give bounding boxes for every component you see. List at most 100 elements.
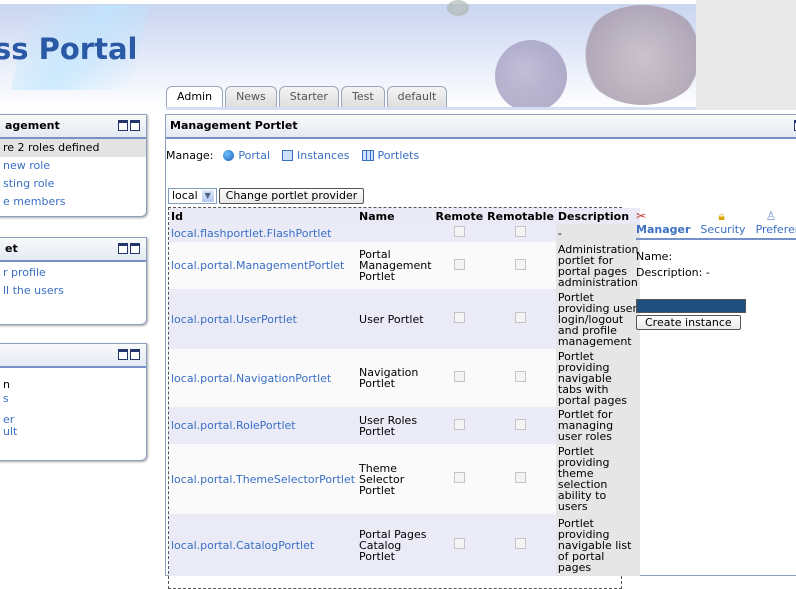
window-mode-icon[interactable] (118, 349, 140, 360)
portlet-title: Management Portlet (170, 119, 298, 132)
column-header-remote: Remote (433, 208, 486, 224)
tab-news[interactable]: News (225, 86, 277, 107)
portlet-title: agement (5, 119, 60, 132)
portlet-id-link[interactable]: local.portal.NavigationPortlet (169, 349, 358, 407)
sidebar-item-link[interactable]: er (0, 414, 146, 426)
instance-panel: ✂ Manager 🔒︎ Security ♙ Preferenc Name: … (636, 209, 796, 330)
remotable-checkbox[interactable] (515, 418, 527, 430)
sidebar-portlet-user: et r profile ll the users (0, 237, 147, 325)
instance-name-label: Name: (636, 250, 673, 263)
table-row[interactable]: local.portal.CatalogPortlet Portal Pages… (169, 514, 641, 576)
remotable-checkbox[interactable] (515, 312, 527, 323)
instance-name-input[interactable] (636, 299, 746, 313)
management-portlet: Management Portlet Manage: Portal Instan… (165, 114, 796, 589)
remote-checkbox[interactable] (453, 418, 465, 430)
tab-default[interactable]: default (386, 86, 448, 107)
manage-portlets-link[interactable]: Portlets (361, 149, 419, 162)
table-row[interactable]: local.portal.UserPortlet User Portlet Po… (169, 289, 641, 349)
sidebar-item-all-users[interactable]: ll the users (0, 282, 146, 300)
sidebar-item-link[interactable]: ult (0, 426, 146, 438)
portlet-header: Management Portlet (166, 115, 796, 139)
table-row[interactable]: local.flashportlet.FlashPortlet - (169, 224, 641, 242)
manage-bar: Manage: Portal Instances Portlets (166, 149, 419, 162)
tab-admin[interactable]: Admin (166, 86, 224, 109)
portlet-id-link[interactable]: local.portal.CatalogPortlet (169, 514, 358, 576)
banner-filler (696, 0, 796, 110)
remote-checkbox[interactable] (453, 371, 465, 382)
tab-security[interactable]: 🔒︎ Security (700, 209, 745, 236)
provider-bar: local ▼ Change portlet provider (168, 188, 365, 204)
column-header-description: Description (555, 208, 641, 224)
manage-label: Manage: (166, 149, 214, 162)
portlet-description: Portlet providing user login/logout and … (555, 289, 641, 349)
portlets-table: Id Name Remote Remotable Description loc… (169, 208, 641, 576)
table-row[interactable]: local.portal.ManagementPortlet Portal Ma… (169, 242, 641, 289)
portlet-description: - (555, 224, 641, 242)
remotable-checkbox[interactable] (515, 472, 527, 483)
portlet-description: Portlet providing theme selection abilit… (555, 444, 641, 514)
remotable-checkbox[interactable] (515, 226, 527, 237)
portlet-name: Navigation Portlet (357, 349, 434, 407)
portlet-description: Administration portlet for portal pages … (555, 242, 641, 289)
portlet-id-link[interactable]: local.portal.ManagementPortlet (169, 242, 358, 289)
change-provider-button[interactable]: Change portlet provider (218, 188, 365, 204)
sidebar-item-profile[interactable]: r profile (0, 264, 146, 282)
chevron-down-icon: ▼ (201, 190, 214, 202)
provider-select[interactable]: local ▼ (168, 188, 217, 204)
portlet-description: Portlet for managing user roles (555, 407, 641, 444)
table-row[interactable]: local.portal.RolePortlet User Roles Port… (169, 407, 641, 444)
portlet-id-link[interactable]: local.portal.RolePortlet (169, 407, 358, 444)
tab-starter[interactable]: Starter (278, 86, 339, 107)
instance-panel-tabs: ✂ Manager 🔒︎ Security ♙ Preferenc (636, 209, 796, 236)
column-header-name: Name (357, 208, 434, 224)
remote-checkbox[interactable] (453, 472, 465, 483)
sidebar-item-link[interactable]: s (0, 392, 146, 414)
portlets-icon (361, 150, 374, 161)
sidebar-item-roles-defined[interactable]: re 2 roles defined (0, 139, 146, 157)
remotable-checkbox[interactable] (515, 371, 527, 382)
table-row[interactable]: local.portal.NavigationPortlet Navigatio… (169, 349, 641, 407)
portlet-description: Portlet providing navigable list of port… (555, 514, 641, 576)
remote-checkbox[interactable] (453, 226, 465, 237)
instance-panel-divider (636, 238, 796, 240)
sidebar-item-existing-role[interactable]: sting role (0, 175, 146, 193)
portlet-name (357, 224, 434, 242)
table-row[interactable]: local.portal.ThemeSelectorPortlet Theme … (169, 444, 641, 514)
portlet-title: et (5, 242, 18, 255)
create-instance-button[interactable]: Create instance (636, 315, 741, 330)
remotable-checkbox[interactable] (515, 258, 527, 270)
instances-icon (282, 150, 294, 161)
manage-portal-link[interactable]: Portal (223, 149, 270, 162)
window-mode-icon[interactable] (118, 120, 140, 131)
page-tabs: Admin News Starter Test default (166, 86, 449, 109)
portlet-header (0, 344, 146, 368)
portlet-id-link[interactable]: local.flashportlet.FlashPortlet (169, 224, 358, 242)
remote-checkbox[interactable] (453, 312, 465, 323)
user-icon: ♙ (765, 209, 777, 223)
sidebar-item-members[interactable]: e members (0, 193, 146, 211)
sidebar-portlet-navigation: n s er ult (0, 343, 147, 461)
tab-manager[interactable]: ✂ Manager (636, 209, 690, 236)
column-header-remotable: Remotable (485, 208, 556, 224)
portlets-table-container: Id Name Remote Remotable Description loc… (168, 207, 641, 589)
banner-decor-sphere (495, 40, 567, 110)
portlet-name: Theme Selector Portlet (357, 444, 434, 514)
portlet-header: et (0, 238, 146, 262)
remote-checkbox[interactable] (453, 538, 465, 549)
portlet-name: Portal Pages Catalog Portlet (357, 514, 434, 576)
lock-icon: 🔒︎ (718, 209, 725, 223)
remotable-checkbox[interactable] (515, 538, 527, 549)
portlet-id-link[interactable]: local.portal.UserPortlet (169, 289, 358, 349)
tab-preferences[interactable]: ♙ Preferenc (756, 209, 796, 236)
instance-description-label: Description: - (636, 266, 710, 279)
portlet-name: User Portlet (357, 289, 434, 349)
manage-instances-link[interactable]: Instances (282, 149, 350, 162)
sidebar-portlet-management: agement re 2 roles defined new role stin… (0, 114, 147, 217)
window-mode-icon[interactable] (118, 243, 140, 254)
sidebar-item-new-role[interactable]: new role (0, 157, 146, 175)
remote-checkbox[interactable] (453, 258, 465, 270)
tab-test[interactable]: Test (340, 86, 385, 107)
banner-decor-sphere (447, 0, 469, 16)
portlet-id-link[interactable]: local.portal.ThemeSelectorPortlet (169, 444, 358, 514)
tab-underline (166, 107, 696, 110)
